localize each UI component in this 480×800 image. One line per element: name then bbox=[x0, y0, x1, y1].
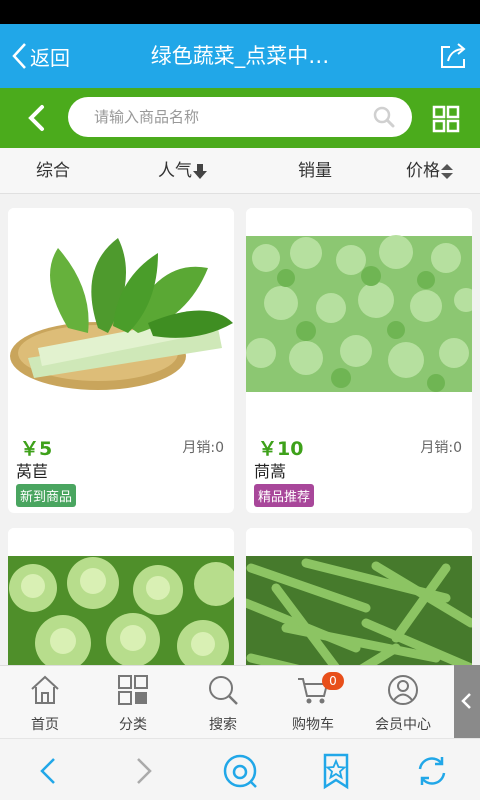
refresh-icon[interactable] bbox=[412, 751, 452, 791]
tab-category-label: 分类 bbox=[119, 717, 147, 733]
product-price: ￥5 bbox=[20, 438, 53, 460]
sort-price[interactable]: 价格 bbox=[406, 148, 454, 194]
sort-bar: 综合 人气 销量 价格 bbox=[0, 148, 480, 194]
tab-cart-label: 购物车 bbox=[292, 717, 334, 733]
product-name: 茼蒿 bbox=[254, 462, 287, 481]
chevron-left-icon bbox=[461, 693, 471, 709]
bookmark-star-icon[interactable] bbox=[316, 751, 356, 791]
home-icon bbox=[31, 675, 59, 704]
search-input[interactable] bbox=[94, 103, 364, 131]
tab-category[interactable]: 分类 bbox=[88, 666, 178, 739]
side-drawer-handle[interactable] bbox=[454, 665, 480, 738]
browser-nav-bar bbox=[0, 738, 480, 800]
tab-member[interactable]: 会员中心 bbox=[358, 666, 448, 739]
cart-badge: 0 bbox=[322, 672, 344, 690]
product-sales: 月销:0 bbox=[420, 440, 462, 456]
search-icon bbox=[209, 676, 238, 705]
tab-search[interactable]: 搜索 bbox=[178, 666, 268, 739]
product-grid: ￥5 月销:0 莴苣 新到商品 ￥10 月销:0 茼蒿 精品推荐 bbox=[0, 195, 480, 665]
product-image bbox=[8, 208, 234, 403]
product-price: ￥10 bbox=[258, 438, 304, 460]
title-bar: 返回 绿色蔬菜_点菜中… bbox=[0, 24, 480, 88]
product-card[interactable] bbox=[8, 528, 234, 665]
sort-sales-label: 销量 bbox=[298, 161, 332, 181]
sort-default-label: 综合 bbox=[36, 161, 70, 181]
sort-default[interactable]: 综合 bbox=[36, 148, 70, 194]
tab-home-label: 首页 bbox=[31, 717, 59, 733]
tab-member-label: 会员中心 bbox=[375, 717, 431, 733]
product-card[interactable] bbox=[246, 528, 472, 665]
page-title: 绿色蔬菜_点菜中… bbox=[150, 44, 330, 68]
sort-price-label: 价格 bbox=[406, 161, 440, 181]
member-icon bbox=[388, 675, 418, 705]
chat-icon[interactable] bbox=[220, 751, 260, 791]
product-image bbox=[246, 208, 472, 403]
nav-back-icon[interactable] bbox=[28, 751, 68, 791]
sort-popularity[interactable]: 人气 bbox=[158, 148, 208, 194]
sort-updown-icon bbox=[441, 164, 453, 179]
share-icon[interactable] bbox=[436, 39, 470, 73]
tab-home[interactable]: 首页 bbox=[0, 666, 90, 739]
back-label: 返回 bbox=[30, 45, 70, 70]
product-tag: 新到商品 bbox=[16, 484, 77, 507]
search-box[interactable] bbox=[68, 97, 412, 137]
arrow-down-icon bbox=[193, 164, 207, 179]
tab-cart[interactable]: 0 购物车 bbox=[268, 666, 358, 739]
product-image bbox=[8, 528, 234, 665]
sort-sales[interactable]: 销量 bbox=[298, 148, 332, 194]
bottom-tab-bar: 首页 分类 搜索 0 购物车 会员中心 bbox=[0, 665, 480, 738]
category-icon bbox=[118, 675, 148, 705]
chevron-left-icon bbox=[12, 43, 26, 69]
product-card[interactable]: ￥5 月销:0 莴苣 新到商品 bbox=[8, 208, 234, 513]
search-icon[interactable] bbox=[372, 105, 396, 129]
tab-search-label: 搜索 bbox=[209, 717, 237, 733]
sort-popularity-label: 人气 bbox=[158, 161, 192, 181]
product-name: 莴苣 bbox=[16, 462, 49, 481]
search-bar bbox=[0, 88, 480, 148]
product-image bbox=[246, 528, 472, 665]
nav-forward-icon[interactable] bbox=[124, 751, 164, 791]
back-button[interactable]: 返回 bbox=[10, 40, 70, 72]
product-tag: 精品推荐 bbox=[254, 484, 315, 507]
back-arrow-icon[interactable] bbox=[22, 102, 52, 134]
product-card[interactable]: ￥10 月销:0 茼蒿 精品推荐 bbox=[246, 208, 472, 513]
product-sales: 月销:0 bbox=[182, 440, 224, 456]
status-bar bbox=[0, 0, 480, 24]
grid-view-icon[interactable] bbox=[432, 105, 460, 133]
